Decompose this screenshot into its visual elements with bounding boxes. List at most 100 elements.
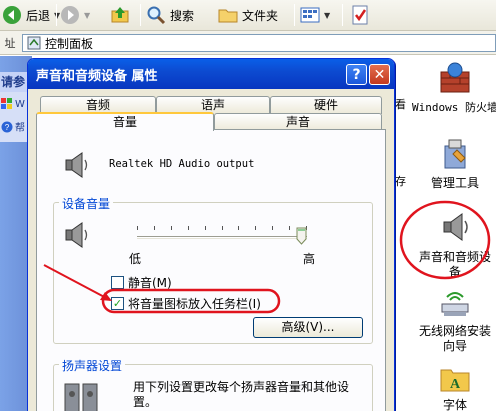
slider-tick bbox=[221, 226, 223, 230]
advanced-button-label: 高级(V)... bbox=[281, 320, 335, 334]
speaker-icon bbox=[65, 152, 88, 178]
forward-button[interactable]: ▼ bbox=[60, 3, 90, 27]
advanced-button[interactable]: 高级(V)... bbox=[253, 317, 363, 338]
speaker-settings-desc-line: 置。 bbox=[133, 395, 158, 409]
views-button[interactable]: ▼ bbox=[300, 3, 330, 27]
tray-icon-label: 将音量图标放入任务栏(I) bbox=[128, 297, 261, 311]
control-panel-item-label: 字体 bbox=[442, 398, 467, 411]
mute-checkbox-box[interactable] bbox=[111, 276, 124, 289]
speaker-icon bbox=[443, 213, 468, 241]
tab-label: 音频 bbox=[85, 98, 110, 112]
control-panel-item-label: 声音和音频设备 bbox=[418, 250, 491, 279]
slider-tick bbox=[204, 226, 206, 230]
speaker-settings-group-title: 扬声器设置 bbox=[59, 357, 126, 374]
folders-label: 文件夹 bbox=[242, 8, 279, 23]
address-label: 址 bbox=[4, 36, 16, 50]
control-panel-item-label: Windows 防火墙 bbox=[412, 101, 496, 114]
back-button[interactable]: 后退 ▼ bbox=[2, 3, 60, 27]
up-folder-button[interactable] bbox=[110, 3, 130, 27]
tab-volume[interactable]: 音量 bbox=[36, 112, 214, 131]
explorer-toolbar: 后退 ▼ ▼ 搜索 文件夹 ▼ bbox=[0, 0, 496, 31]
tray-icon-checkbox[interactable]: ✓ 将音量图标放入任务栏(I) bbox=[111, 295, 261, 312]
control-panel-item-sounds[interactable]: 声音和音频设备 bbox=[405, 210, 496, 280]
speaker-settings-desc-line: 用下列设置更改每个扬声器音量和其他设 bbox=[133, 380, 350, 394]
task-link-label: 帮 bbox=[15, 123, 25, 134]
admin-tools-icon bbox=[444, 139, 466, 169]
firewall-icon bbox=[440, 62, 470, 93]
volume-slider-thumb[interactable] bbox=[296, 227, 307, 245]
search-button[interactable]: 搜索 bbox=[146, 3, 194, 27]
slider-tick bbox=[153, 226, 155, 230]
tab-hardware[interactable]: 硬件 bbox=[270, 96, 382, 114]
checklist-button[interactable] bbox=[350, 3, 370, 27]
control-panel-item-label: 管理工具 bbox=[430, 176, 479, 190]
chevron-down-icon: ▼ bbox=[84, 10, 91, 20]
search-label: 搜索 bbox=[170, 8, 195, 23]
tab-label: 硬件 bbox=[313, 98, 338, 112]
tray-icon-checkbox-box[interactable]: ✓ bbox=[111, 297, 124, 310]
partial-item-label: 存 bbox=[395, 175, 406, 188]
address-bar: 址 控制面板 bbox=[0, 31, 496, 55]
mute-checkbox[interactable]: 静音(M) bbox=[111, 274, 172, 291]
tab-label: 音量 bbox=[112, 115, 137, 129]
properties-dialog: 声音和音频设备 属性 ? ✕ 音频 语声 硬件 音量 声音 Realtek HD… bbox=[27, 58, 395, 411]
control-panel-item-admin-tools[interactable]: 管理工具 bbox=[405, 138, 496, 191]
slider-tick bbox=[170, 226, 172, 230]
control-panel-item-fonts[interactable]: A 字体 bbox=[405, 364, 496, 411]
fonts-folder-icon: A bbox=[440, 369, 470, 392]
close-icon: ✕ bbox=[373, 66, 386, 83]
views-icon bbox=[300, 7, 320, 23]
control-panel-item-label: 无线网络安装向导 bbox=[419, 324, 492, 353]
volume-slider-ticks bbox=[137, 226, 307, 232]
task-link-windows-update[interactable]: W bbox=[1, 98, 25, 110]
search-icon bbox=[147, 6, 166, 25]
back-label: 后退 bbox=[26, 8, 51, 23]
svg-text:?: ? bbox=[5, 123, 10, 132]
task-link-label: W bbox=[15, 98, 25, 110]
control-panel-item-firewall[interactable]: Windows 防火墙 bbox=[405, 62, 496, 115]
checklist-icon bbox=[352, 5, 368, 25]
help-icon: ? bbox=[1, 121, 13, 132]
up-folder-icon bbox=[111, 7, 129, 23]
control-panel-icon bbox=[27, 36, 41, 50]
speakers-icon bbox=[64, 383, 98, 411]
chevron-down-icon: ▼ bbox=[324, 10, 331, 20]
partial-item-label: 看 bbox=[395, 98, 406, 111]
forward-arrow-icon bbox=[61, 6, 79, 24]
volume-slider-track[interactable] bbox=[137, 236, 307, 239]
slider-tick bbox=[238, 226, 240, 230]
volume-low-label: 低 bbox=[129, 252, 142, 266]
toolbar-separator bbox=[342, 4, 343, 26]
folders-button[interactable]: 文件夹 bbox=[218, 3, 278, 27]
task-link-help[interactable]: ? 帮 bbox=[1, 119, 25, 134]
control-panel-item-wireless[interactable]: 无线网络安装向导 bbox=[405, 290, 496, 354]
speaker-icon bbox=[65, 222, 88, 248]
slider-tick bbox=[272, 226, 274, 230]
speaker-settings-description: 用下列设置更改每个扬声器音量和其他设 置。 bbox=[133, 380, 369, 410]
slider-tick bbox=[187, 226, 189, 230]
address-input[interactable]: 控制面板 bbox=[22, 34, 496, 52]
volume-tab-panel: Realtek HD Audio output 设备音量 低 高 静音(M) ✓… bbox=[36, 129, 386, 411]
svg-text:A: A bbox=[450, 377, 461, 392]
question-icon: ? bbox=[352, 66, 361, 83]
help-button[interactable]: ? bbox=[346, 64, 367, 85]
windows-logo-icon bbox=[1, 98, 12, 109]
dialog-title: 声音和音频设备 属性 bbox=[36, 68, 158, 84]
mute-label: 静音(M) bbox=[128, 276, 172, 290]
toolbar-separator bbox=[56, 4, 57, 26]
slider-tick bbox=[255, 226, 257, 230]
device-name: Realtek HD Audio output bbox=[109, 158, 255, 170]
back-arrow-icon bbox=[3, 6, 21, 24]
tab-label: 语声 bbox=[200, 98, 225, 112]
toolbar-separator bbox=[140, 4, 141, 26]
wireless-icon bbox=[441, 292, 469, 316]
folder-icon bbox=[218, 9, 238, 23]
toolbar-separator bbox=[294, 4, 295, 26]
address-path: 控制面板 bbox=[45, 36, 94, 51]
volume-high-label: 高 bbox=[303, 252, 316, 266]
slider-tick bbox=[137, 226, 138, 230]
device-volume-group-title: 设备音量 bbox=[59, 195, 114, 212]
dialog-titlebar[interactable]: 声音和音频设备 属性 ? ✕ bbox=[28, 59, 394, 89]
close-button[interactable]: ✕ bbox=[369, 64, 390, 85]
tab-label: 声音 bbox=[285, 115, 310, 129]
